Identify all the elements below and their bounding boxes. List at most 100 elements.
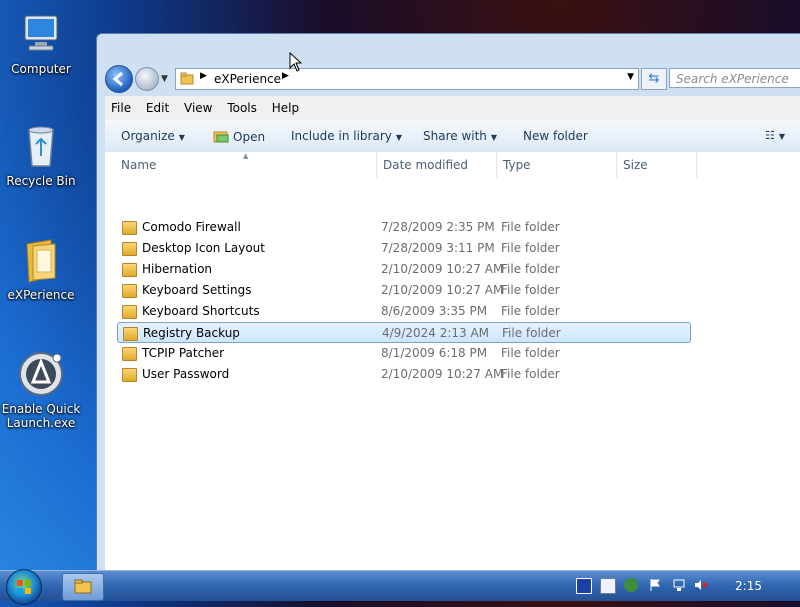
file-row[interactable]: Comodo Firewall 7/28/2009 2:35 PM File f… (117, 217, 691, 238)
system-clock[interactable]: 2:15 (735, 579, 762, 593)
file-name: Registry Backup (143, 326, 240, 340)
open-button[interactable]: Open (213, 129, 265, 144)
details-view-icon: ☷ (765, 129, 775, 142)
refresh-icon: ⇆ (648, 71, 660, 86)
breadcrumb-item[interactable]: eXPerience (214, 72, 281, 86)
file-date: 7/28/2009 3:11 PM (381, 241, 495, 255)
file-date: 2/10/2009 10:27 AM (381, 283, 504, 297)
desktop-icon-recycle-bin[interactable]: Recycle Bin (0, 122, 86, 188)
menu-bar: File Edit View Tools Help (105, 96, 800, 121)
organize-button[interactable]: Organize ▼ (121, 129, 185, 143)
menu-file[interactable]: File (111, 101, 131, 115)
file-date: 7/28/2009 2:35 PM (381, 220, 495, 234)
view-options-button[interactable]: ☷ ▼ (765, 129, 785, 142)
forward-button[interactable] (135, 67, 159, 91)
explorer-window: ▼ ▶ eXPerience ▶ ▼ ⇆ Search eXPerience F… (96, 33, 800, 575)
security-shield-icon[interactable] (624, 578, 638, 592)
organize-label: Organize (121, 129, 175, 143)
address-field[interactable]: ▶ eXPerience ▶ ▼ (175, 68, 639, 90)
file-date: 8/1/2009 6:18 PM (381, 346, 488, 360)
folder-icon (122, 242, 137, 256)
file-row[interactable]: Keyboard Shortcuts 8/6/2009 3:35 PM File… (117, 301, 691, 322)
arrow-left-icon (112, 71, 123, 87)
desktop-icon-label: eXPerience (7, 288, 75, 302)
file-name: Hibernation (142, 262, 213, 276)
recent-pages-dropdown[interactable]: ▼ (161, 74, 168, 84)
mouse-cursor-icon (289, 52, 303, 72)
desktop-icon-computer[interactable]: Computer (0, 10, 86, 76)
open-folder-icon (213, 131, 229, 143)
refresh-button[interactable]: ⇆ (641, 68, 667, 90)
desktop-icon-enable-quick-launch[interactable]: Enable Quick Launch.exe (0, 350, 86, 430)
file-type: File folder (501, 220, 560, 234)
file-name: Comodo Firewall (142, 220, 241, 234)
column-header-row: Name ▲ Date modified Type Size (105, 152, 800, 178)
file-type: File folder (501, 346, 560, 360)
desktop-icon-experience[interactable]: eXPerience (0, 236, 86, 302)
file-name: Desktop Icon Layout (142, 241, 265, 255)
column-header-name[interactable]: Name ▲ (115, 152, 377, 178)
folder-icon (122, 263, 137, 277)
address-dropdown-icon[interactable]: ▼ (627, 72, 634, 82)
open-label: Open (233, 130, 266, 144)
folder-icon (17, 236, 65, 284)
desktop-icon-label: Computer (11, 62, 71, 76)
volume-muted-icon[interactable] (694, 578, 708, 592)
file-name: User Password (142, 367, 230, 381)
file-type: File folder (501, 367, 560, 381)
desktop-icon-label: Enable Quick Launch.exe (1, 402, 81, 430)
column-name-label: Name (121, 158, 157, 172)
computer-icon (17, 10, 65, 58)
include-in-library-button[interactable]: Include in library ▼ (291, 129, 402, 143)
document-icon[interactable] (600, 578, 616, 594)
folder-icon (122, 305, 137, 319)
sort-ascending-icon: ▲ (243, 152, 249, 160)
share-label: Share with (423, 129, 487, 143)
file-type: File folder (501, 283, 560, 297)
taskbar: 2:15 (0, 569, 800, 605)
column-header-size[interactable]: Size (617, 152, 697, 178)
new-folder-button[interactable]: New folder (523, 129, 588, 143)
file-date: 2/10/2009 10:27 AM (381, 262, 504, 276)
folder-icon (180, 72, 194, 85)
network-icon[interactable] (672, 578, 686, 592)
file-name: TCPIP Patcher (142, 346, 225, 360)
menu-tools[interactable]: Tools (227, 101, 257, 115)
chevron-down-icon: ▼ (178, 133, 185, 142)
file-row-selected[interactable]: Registry Backup 4/9/2024 2:13 AM File fo… (117, 322, 691, 343)
menu-help[interactable]: Help (272, 101, 299, 115)
language-bar-icon[interactable] (576, 578, 592, 594)
file-row[interactable]: User Password 2/10/2009 10:27 AM File fo… (117, 364, 691, 385)
chevron-down-icon: ▼ (778, 132, 786, 141)
windows-logo-icon (17, 580, 31, 594)
menu-view[interactable]: View (184, 101, 212, 115)
column-header-date[interactable]: Date modified (377, 152, 497, 178)
breadcrumb-separator-icon[interactable]: ▶ (282, 71, 289, 81)
file-type: File folder (501, 304, 560, 318)
file-list: Name ▲ Date modified Type Size Comodo Fi… (105, 152, 800, 574)
menu-edit[interactable]: Edit (146, 101, 169, 115)
taskbar-explorer-button[interactable] (62, 573, 104, 601)
address-bar-area: ▼ ▶ eXPerience ▶ ▼ ⇆ Search eXPerience (97, 60, 800, 96)
command-bar: Organize ▼ Open Include in library ▼ Share… (105, 120, 800, 153)
folder-icon (122, 221, 137, 235)
action-center-flag-icon[interactable] (648, 578, 662, 592)
file-name: Keyboard Settings (142, 283, 252, 297)
application-icon (17, 350, 65, 398)
column-header-type[interactable]: Type (497, 152, 617, 178)
include-label: Include in library (291, 129, 392, 143)
notification-area: 2:15 (570, 571, 800, 601)
search-input[interactable]: Search eXPerience (669, 68, 800, 88)
back-button[interactable] (105, 65, 133, 93)
file-type: File folder (501, 241, 560, 255)
breadcrumb-separator-icon[interactable]: ▶ (200, 71, 207, 81)
file-date: 4/9/2024 2:13 AM (382, 326, 490, 340)
file-row[interactable]: Desktop Icon Layout 7/28/2009 3:11 PM Fi… (117, 238, 691, 259)
desktop-icon-label: Recycle Bin (6, 174, 76, 188)
file-row[interactable]: Hibernation 2/10/2009 10:27 AM File fold… (117, 259, 691, 280)
share-with-button[interactable]: Share with ▼ (423, 129, 497, 143)
file-row[interactable]: TCPIP Patcher 8/1/2009 6:18 PM File fold… (117, 343, 691, 364)
folder-icon (122, 347, 137, 361)
file-type: File folder (501, 262, 560, 276)
file-row[interactable]: Keyboard Settings 2/10/2009 10:27 AM Fil… (117, 280, 691, 301)
